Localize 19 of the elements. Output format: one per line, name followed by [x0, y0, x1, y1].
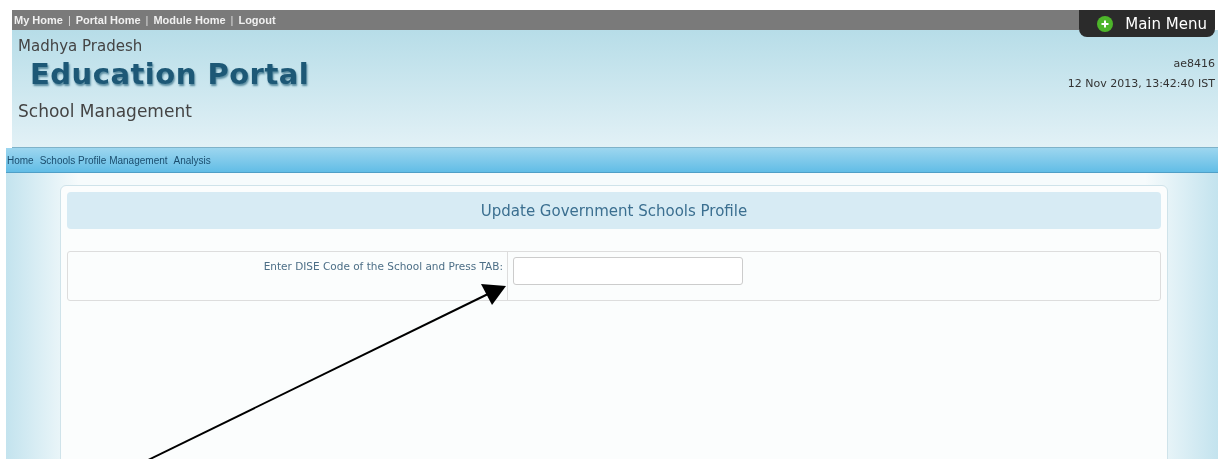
- panel-title: Update Government Schools Profile: [67, 192, 1161, 229]
- state-name: Madhya Pradesh: [18, 37, 144, 55]
- link-separator: |: [145, 14, 149, 26]
- module-title: School Management: [18, 101, 193, 121]
- date-time: 12 Nov 2013, 13:42:40 IST: [1067, 77, 1215, 90]
- link-separator: |: [67, 14, 71, 26]
- plus-icon: [1097, 15, 1114, 32]
- nav-link[interactable]: Schools Profile Management: [39, 154, 168, 166]
- top-link[interactable]: Logout: [238, 14, 276, 26]
- nav-link[interactable]: Home: [7, 154, 34, 166]
- user-id: ae8416: [1173, 57, 1215, 70]
- portal-logo-text: Education Portal: [30, 57, 310, 91]
- dise-code-field[interactable]: [513, 257, 743, 285]
- top-link[interactable]: Portal Home: [75, 14, 141, 26]
- link-separator: |: [230, 14, 234, 26]
- top-link[interactable]: My Home: [14, 14, 63, 26]
- main-menu-button[interactable]: Main Menu: [1079, 10, 1215, 37]
- top-link[interactable]: Module Home: [153, 14, 226, 26]
- nav-link[interactable]: Analysis: [173, 154, 211, 166]
